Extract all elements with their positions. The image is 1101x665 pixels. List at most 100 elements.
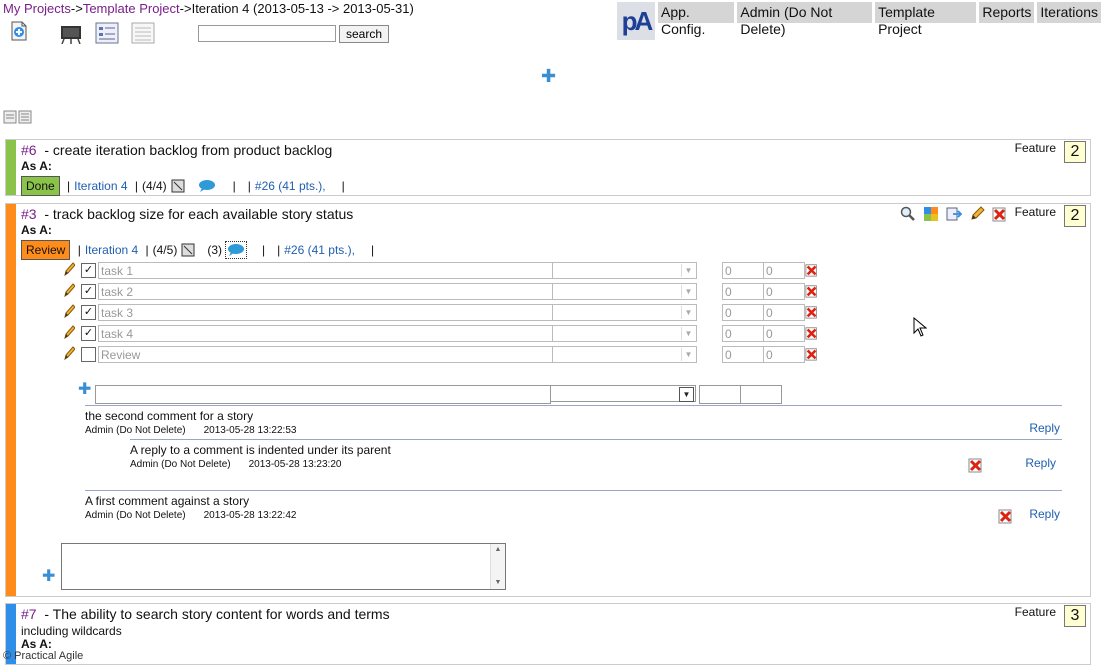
- comment-bubble-icon[interactable]: [197, 179, 217, 193]
- task-checkbox[interactable]: ✓: [81, 263, 96, 278]
- status-badge[interactable]: Done: [21, 176, 60, 196]
- delete-comment-icon[interactable]: [998, 508, 1014, 524]
- new-task-name-input[interactable]: [95, 385, 551, 404]
- story-type: Feature: [1014, 205, 1056, 219]
- new-comment-textarea[interactable]: ▲ ▼: [61, 543, 506, 590]
- search-input[interactable]: [198, 25, 336, 42]
- iteration-link[interactable]: Iteration 4: [85, 243, 138, 257]
- textarea-scrollbar[interactable]: ▲ ▼: [490, 544, 505, 589]
- task-remaining-input[interactable]: [763, 262, 805, 279]
- iteration-link[interactable]: Iteration 4: [74, 179, 127, 193]
- story-id[interactable]: #3: [21, 206, 37, 222]
- comment: A first comment against a story Admin (D…: [85, 490, 1062, 525]
- add-story-plus-icon[interactable]: ✚: [541, 67, 556, 85]
- nav-reports[interactable]: Reports: [979, 2, 1035, 23]
- delete-icon[interactable]: [992, 206, 1008, 222]
- story-card: #3 - track backlog size for each availab…: [5, 203, 1091, 597]
- story-type: Feature: [1014, 141, 1056, 155]
- task-owner-select[interactable]: ▼: [552, 262, 697, 279]
- breadcrumb-project[interactable]: Template Project: [83, 1, 180, 16]
- status-badge[interactable]: Review: [21, 240, 71, 260]
- add-comment-plus-icon[interactable]: ✚: [42, 569, 55, 585]
- tasks-icon[interactable]: [171, 179, 185, 193]
- task-checkbox[interactable]: ✓: [81, 326, 96, 341]
- task-owner-select[interactable]: ▼: [552, 283, 697, 300]
- add-task-plus-icon[interactable]: ✚: [78, 382, 91, 398]
- task-name-input[interactable]: [98, 262, 553, 279]
- task-estimate-input[interactable]: [722, 346, 764, 363]
- edit-task-icon[interactable]: [63, 325, 75, 339]
- view-icon[interactable]: [900, 206, 916, 222]
- task-name-input[interactable]: [98, 304, 553, 321]
- task-name-input[interactable]: [98, 283, 553, 300]
- task-estimate-input[interactable]: [722, 325, 764, 342]
- task-name-input[interactable]: [98, 325, 553, 342]
- edit-icon[interactable]: [969, 206, 985, 222]
- story-points[interactable]: 2: [1064, 205, 1086, 227]
- move-icon[interactable]: [946, 206, 962, 222]
- nav-iterations[interactable]: Iterations: [1037, 2, 1101, 23]
- delete-comment-icon[interactable]: [968, 457, 984, 473]
- comment-date: 2013-05-28 13:22:42: [203, 510, 297, 521]
- breadcrumb-sep: ->: [70, 1, 83, 16]
- story-points[interactable]: 3: [1064, 605, 1086, 627]
- story-points[interactable]: 2: [1064, 141, 1086, 163]
- task-estimate-input[interactable]: [722, 262, 764, 279]
- task-remaining-input[interactable]: [763, 325, 805, 342]
- new-task-remaining-input[interactable]: [740, 385, 782, 404]
- task-remaining-input[interactable]: [763, 283, 805, 300]
- task-owner-select[interactable]: ▼: [552, 346, 697, 363]
- story-id[interactable]: #7: [21, 606, 37, 622]
- task-checkbox[interactable]: [81, 347, 96, 362]
- edit-task-icon[interactable]: [63, 304, 75, 318]
- edit-task-icon[interactable]: [63, 262, 75, 276]
- search-button[interactable]: search: [339, 25, 390, 43]
- delete-task-icon[interactable]: [805, 326, 819, 340]
- mouse-cursor-icon: [913, 317, 927, 337]
- nav-app-config[interactable]: App. Config.: [658, 2, 735, 37]
- breadcrumb: My Projects->Template Project->Iteration…: [3, 1, 414, 16]
- edit-task-icon[interactable]: [63, 283, 75, 297]
- nav-admin[interactable]: Admin (Do Not Delete): [737, 2, 873, 37]
- story-type: Feature: [1014, 605, 1056, 619]
- new-task-estimate-input[interactable]: [699, 385, 741, 404]
- delete-task-icon[interactable]: [805, 347, 819, 361]
- task-remaining-input[interactable]: [763, 304, 805, 321]
- story-meta-row: Done | Iteration 4 | (4/4) | | #26 (41 pts.…: [21, 176, 345, 196]
- breadcrumb-my-projects[interactable]: My Projects: [3, 1, 71, 16]
- comment-bubble-icon[interactable]: [225, 241, 247, 259]
- new-task-owner-select[interactable]: ▼: [550, 385, 696, 402]
- story-as-a: As A:: [21, 159, 52, 173]
- delete-task-icon[interactable]: [805, 263, 819, 277]
- detail-view-icon[interactable]: [131, 22, 155, 44]
- add-story-icon[interactable]: [8, 20, 30, 42]
- story-subtitle: including wildcards: [21, 624, 122, 638]
- nav-project[interactable]: Template Project: [875, 2, 977, 37]
- task-checkbox[interactable]: ✓: [81, 284, 96, 299]
- comment-date: 2013-05-28 13:23:20: [248, 459, 342, 470]
- release-link[interactable]: #26 (41 pts.),: [284, 243, 355, 257]
- task-remaining-input[interactable]: [763, 346, 805, 363]
- story-title-text: - The ability to search story content fo…: [44, 606, 390, 622]
- release-link[interactable]: #26 (41 pts.),: [255, 179, 326, 193]
- delete-task-icon[interactable]: [805, 305, 819, 319]
- task-estimate-input[interactable]: [722, 283, 764, 300]
- edit-task-icon[interactable]: [63, 346, 75, 360]
- list-view-icon[interactable]: [95, 22, 119, 44]
- reply-link[interactable]: Reply: [1029, 507, 1060, 521]
- reply-link[interactable]: Reply: [1029, 421, 1060, 435]
- tasks-icon[interactable]: [181, 243, 195, 257]
- task-owner-select[interactable]: ▼: [552, 304, 697, 321]
- expand-collapse-icons[interactable]: [3, 110, 33, 124]
- color-icon[interactable]: [923, 206, 939, 222]
- task-estimate-input[interactable]: [722, 304, 764, 321]
- delete-task-icon[interactable]: [805, 284, 819, 298]
- reply-link[interactable]: Reply: [1025, 456, 1056, 470]
- comment-reply: A reply to a comment is indented under i…: [130, 439, 1062, 490]
- task-checkbox[interactable]: ✓: [81, 305, 96, 320]
- story-id[interactable]: #6: [21, 142, 37, 158]
- task-name-input[interactable]: [98, 346, 553, 363]
- story-title: #3 - track backlog size for each availab…: [21, 206, 353, 222]
- board-view-icon[interactable]: [59, 24, 83, 44]
- task-owner-select[interactable]: ▼: [552, 325, 697, 342]
